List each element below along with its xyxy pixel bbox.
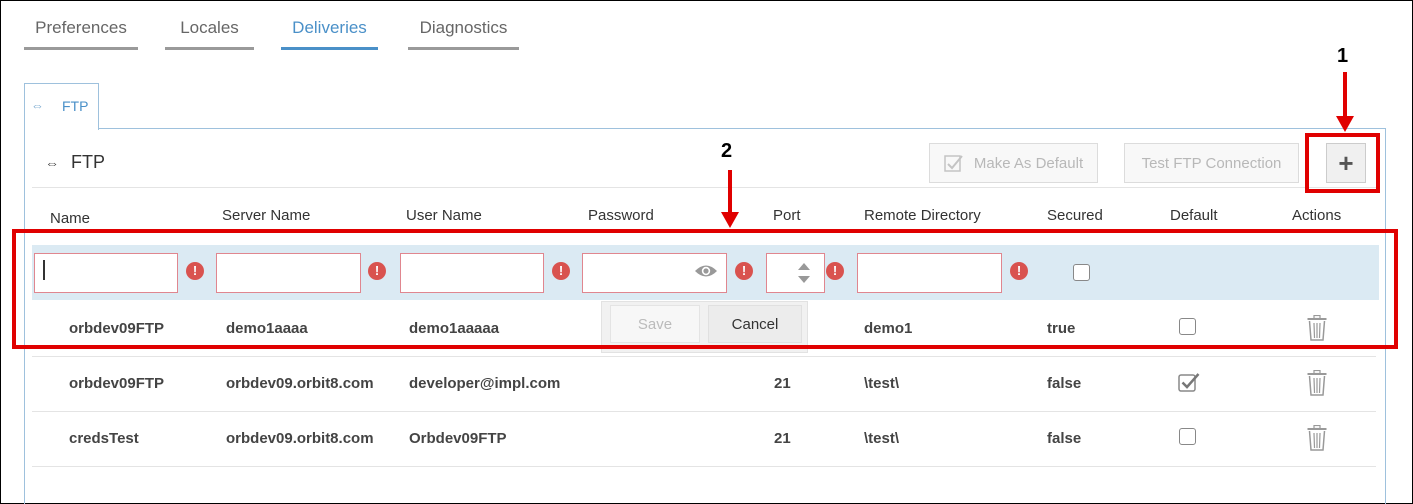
row-divider xyxy=(32,466,1376,467)
column-header-server-name: Server Name xyxy=(222,207,311,224)
row-divider xyxy=(32,356,1376,357)
annotation-arrow-1 xyxy=(1336,72,1354,132)
tab-locales[interactable]: Locales xyxy=(165,16,254,50)
ftp-arrows-icon: ⇔ xyxy=(45,155,59,171)
row-3-secured: false xyxy=(1047,430,1082,447)
ftp-icon: ⇔ xyxy=(31,98,44,113)
column-header-port: Port xyxy=(773,207,801,224)
row-2-remote-directory: \test\ xyxy=(864,375,900,392)
tab-deliveries[interactable]: Deliveries xyxy=(281,16,378,50)
column-header-actions: Actions xyxy=(1292,207,1342,224)
annotation-box-2 xyxy=(12,229,1398,349)
row-2-default-checkbox-checked[interactable] xyxy=(1178,372,1200,392)
test-ftp-connection-button[interactable]: Test FTP Connection xyxy=(1124,143,1299,183)
column-header-password: Password xyxy=(588,207,654,224)
row-2-name: orbdev09FTP xyxy=(69,375,165,392)
column-header-user-name: User Name xyxy=(406,207,482,224)
row-3-name: credsTest xyxy=(69,430,139,447)
row-3-default-checkbox[interactable] xyxy=(1179,428,1196,445)
column-header-secured: Secured xyxy=(1047,207,1103,224)
tab-preferences[interactable]: Preferences xyxy=(24,16,138,50)
row-2-server-name: orbdev09.orbit8.com xyxy=(226,375,374,392)
row-3-remote-directory: \test\ xyxy=(864,430,900,447)
row-divider xyxy=(32,411,1376,412)
row-3-port: 21 xyxy=(774,430,791,447)
panel-title: ⇔ FTP xyxy=(45,152,105,173)
header-divider xyxy=(32,187,1376,188)
column-header-default: Default xyxy=(1170,207,1218,224)
subtab-ftp-label: FTP xyxy=(62,98,89,114)
annotation-label-1: 1 xyxy=(1337,45,1349,67)
annotation-label-2: 2 xyxy=(721,140,733,162)
column-header-name: Name xyxy=(50,210,91,227)
annotation-box-1 xyxy=(1305,133,1380,193)
row-3-user-name: Orbdev09FTP xyxy=(409,430,507,447)
tab-diagnostics[interactable]: Diagnostics xyxy=(408,16,519,50)
row-2-port: 21 xyxy=(774,375,791,392)
make-default-button[interactable]: Make As Default xyxy=(929,143,1098,183)
row-3-server-name: orbdev09.orbit8.com xyxy=(226,430,374,447)
panel-title-text: FTP xyxy=(71,152,105,172)
row-2-user-name: developer@impl.com xyxy=(409,375,561,392)
column-header-remote-directory: Remote Directory xyxy=(864,207,981,224)
trash-icon[interactable] xyxy=(1307,370,1327,396)
subtab-ftp[interactable]: ⇔ FTP xyxy=(24,83,99,130)
row-2-secured: false xyxy=(1047,375,1082,392)
make-default-label: Make As Default xyxy=(973,154,1084,172)
trash-icon[interactable] xyxy=(1307,425,1327,451)
checkbox-checked-icon xyxy=(944,155,963,172)
annotation-arrow-2 xyxy=(721,170,739,228)
